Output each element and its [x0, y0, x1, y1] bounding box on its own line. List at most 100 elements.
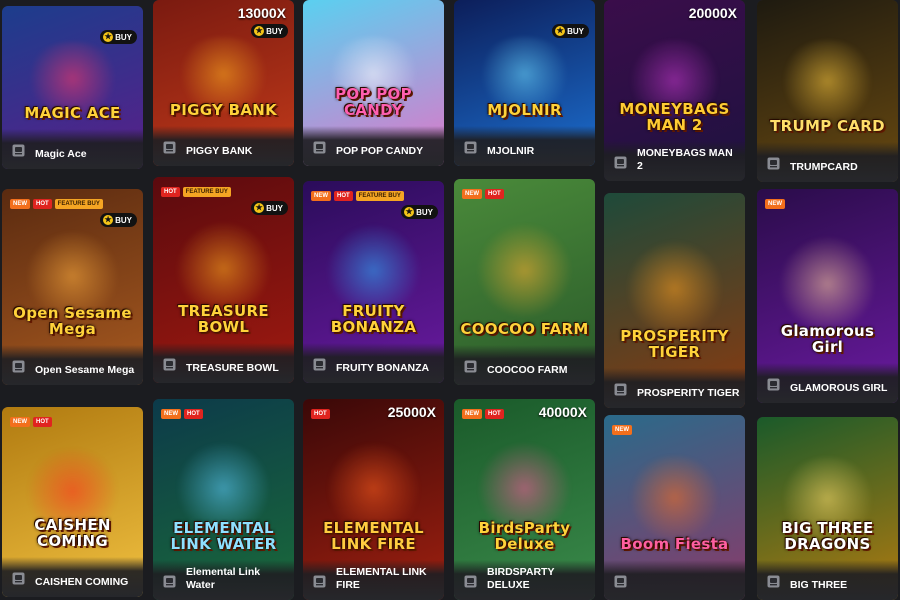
thumbnail-artwork: [475, 224, 574, 317]
game-logo: ELEMENTAL LINK FIRE: [323, 519, 424, 553]
tag-feature-buy: FEATURE BUY: [355, 191, 404, 201]
thumbnail-artwork: [625, 240, 724, 338]
game-card[interactable]: TRUMP CARD TRUMPCARD: [757, 0, 898, 182]
game-title: POP POP CANDY: [336, 145, 424, 157]
tag-list: HOT FEATURE BUY: [161, 187, 231, 197]
max-multiplier-label: 20000X: [688, 5, 737, 21]
tag-hot: HOT: [485, 409, 504, 419]
buy-label: BUY: [416, 207, 433, 217]
game-logo: MAGIC ACE: [24, 104, 121, 122]
game-card-footer: FRUITY BONANZA: [303, 343, 444, 383]
game-title: FRUITY BONANZA: [336, 362, 430, 374]
game-card[interactable]: POP POP CANDY POP POP CANDY: [303, 0, 444, 166]
game-card-footer: MONEYBAGS MAN 2: [604, 141, 745, 181]
buy-feature-badge: ★ BUY: [251, 201, 288, 215]
game-card[interactable]: Glamorous Girl NEW GLAMOROUS GIRL: [757, 189, 898, 403]
max-multiplier-label: 25000X: [387, 404, 436, 420]
tag-new: NEW: [765, 199, 785, 209]
tag-new: NEW: [10, 199, 30, 209]
tag-list: NEW: [765, 199, 785, 209]
game-title: ELEMENTAL LINK FIRE: [336, 566, 427, 591]
game-card-footer: Magic Ace: [2, 129, 143, 169]
game-card-footer: MJOLNIR: [454, 126, 595, 166]
star-icon: ★: [254, 26, 265, 36]
game-type-icon: [614, 383, 627, 396]
game-card[interactable]: MJOLNIR ★ BUY MJOLNIR: [454, 0, 595, 166]
game-title: Magic Ace: [35, 148, 87, 160]
game-type-icon: [614, 575, 627, 588]
game-title: GLAMOROUS GIRL: [790, 382, 888, 394]
buy-label: BUY: [266, 26, 283, 36]
tag-new: NEW: [311, 191, 331, 201]
game-card[interactable]: MAGIC ACE ★ BUY Magic Ace: [2, 6, 143, 169]
game-title: COOCOO FARM: [487, 364, 568, 376]
buy-feature-badge: ★ BUY: [100, 213, 137, 227]
game-card-footer: PIGGY BANK: [153, 126, 294, 166]
tag-hot: HOT: [184, 409, 203, 419]
game-logo: PIGGY BANK: [169, 101, 278, 119]
tag-feature-buy: FEATURE BUY: [182, 187, 231, 197]
game-card[interactable]: BirdsParty Deluxe 40000X NEW HOT BIRDSPARTY …: [454, 399, 595, 600]
game-logo: MJOLNIR: [487, 101, 562, 119]
game-logo: BirdsParty Deluxe: [478, 519, 571, 553]
game-card[interactable]: PIGGY BANK 13000X ★ BUY PIGGY BANK: [153, 0, 294, 166]
star-icon: ★: [254, 203, 265, 213]
game-logo: PROSPERITY TIGER: [620, 327, 729, 361]
game-type-icon: [163, 358, 176, 371]
game-card[interactable]: Boom Fiesta NEW: [604, 415, 745, 600]
game-title: MJOLNIR: [487, 145, 535, 157]
buy-label: BUY: [567, 26, 584, 36]
buy-feature-badge: ★ BUY: [251, 24, 288, 38]
game-card[interactable]: FRUITY BONANZA ★ BUY NEW HOT FEATURE BUY FRUIT…: [303, 181, 444, 383]
game-card-footer: [604, 560, 745, 600]
game-card[interactable]: BIG THREE DRAGONS BIG THREE: [757, 417, 898, 600]
tag-list: NEW HOT: [10, 417, 52, 427]
game-type-icon: [163, 141, 176, 154]
buy-feature-badge: ★ BUY: [100, 30, 137, 44]
tag-hot: HOT: [334, 191, 353, 201]
game-type-icon: [767, 575, 780, 588]
game-card[interactable]: ELEMENTAL LINK WATER NEW HOT Elemental Link…: [153, 399, 294, 600]
game-card[interactable]: MONEYBAGS MAN 2 20000X MONEYBAGS MAN 2: [604, 0, 745, 181]
tag-new: NEW: [10, 417, 30, 427]
game-type-icon: [313, 358, 326, 371]
game-type-icon: [12, 144, 25, 157]
game-title: PIGGY BANK: [186, 145, 253, 157]
tag-new: NEW: [161, 409, 181, 419]
game-logo: Open Sesame Mega: [13, 304, 132, 338]
game-card[interactable]: ELEMENTAL LINK FIRE 25000X HOT ELEMENTAL LI…: [303, 399, 444, 600]
game-card[interactable]: CAISHEN COMING NEW HOT CAISHEN COMING: [2, 407, 143, 597]
buy-label: BUY: [266, 203, 283, 213]
tag-list: NEW HOT: [161, 409, 203, 419]
star-icon: ★: [103, 32, 114, 42]
thumbnail-artwork: [475, 36, 574, 112]
game-title: TREASURE BOWL: [186, 362, 279, 374]
game-type-icon: [614, 156, 627, 169]
game-card[interactable]: TREASURE BOWL ★ BUY HOT FEATURE BUY TREASURE …: [153, 177, 294, 383]
buy-label: BUY: [115, 215, 132, 225]
game-card-footer: Elemental Link Water: [153, 560, 294, 600]
buy-feature-badge: ★ BUY: [401, 205, 438, 219]
game-card-footer: PROSPERITY TIGER: [604, 368, 745, 408]
game-type-icon: [12, 360, 25, 373]
game-logo: CAISHEN COMING: [34, 516, 111, 550]
game-card[interactable]: COOCOO FARM NEW HOT COOCOO FARM: [454, 179, 595, 385]
buy-label: BUY: [115, 32, 132, 42]
game-card-footer: TRUMPCARD: [757, 142, 898, 182]
game-card[interactable]: PROSPERITY TIGER PROSPERITY TIGER: [604, 193, 745, 408]
game-card-footer: CAISHEN COMING: [2, 557, 143, 597]
star-icon: ★: [555, 26, 566, 36]
game-logo: ELEMENTAL LINK WATER: [170, 519, 277, 553]
game-card[interactable]: Open Sesame Mega ★ BUY NEW HOT FEATURE BUY Ope…: [2, 189, 143, 385]
game-logo: MONEYBAGS MAN 2: [619, 100, 730, 134]
star-icon: ★: [103, 215, 114, 225]
game-title: Open Sesame Mega: [35, 364, 135, 376]
game-card-footer: COOCOO FARM: [454, 345, 595, 385]
game-card-footer: POP POP CANDY: [303, 126, 444, 166]
game-card-footer: ELEMENTAL LINK FIRE: [303, 560, 444, 600]
tag-new: NEW: [462, 409, 482, 419]
game-logo: BIG THREE DRAGONS: [781, 519, 874, 553]
game-logo: COOCOO FARM: [460, 320, 589, 338]
tag-hot: HOT: [161, 187, 180, 197]
tag-list: NEW: [612, 425, 632, 435]
